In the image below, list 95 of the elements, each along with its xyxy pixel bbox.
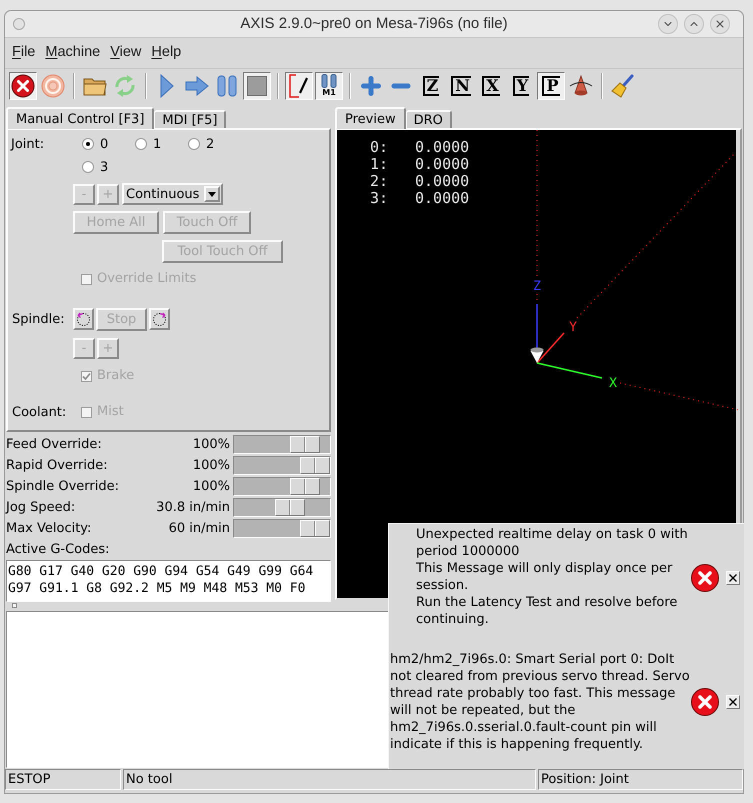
cone-icon [569, 74, 593, 98]
minimize-button[interactable] [658, 14, 678, 34]
slider-track[interactable] [233, 456, 331, 475]
dro-value: 0.0000 [415, 190, 470, 207]
message-text: Unexpected realtime delay on task 0 with period 1000000 This Message will only display once per session. Run the Latency Test and resolve before continuing. [416, 526, 688, 628]
menu-item[interactable]: File [8, 42, 40, 64]
slider-reading: 100% [192, 480, 230, 493]
close-icon [729, 698, 737, 706]
axis-label: Z [533, 279, 541, 294]
axis-label: X [609, 376, 617, 391]
rings-icon [41, 74, 65, 98]
rotate-ccw-icon [76, 312, 91, 326]
view-button[interactable]: P [537, 72, 565, 100]
coolant-label: Coolant: [11, 406, 68, 418]
bars-icon [321, 74, 337, 88]
plus-icon [361, 76, 381, 96]
x-circle-icon [11, 74, 35, 98]
stop-button[interactable] [243, 72, 271, 100]
slider-label: Spindle Override: [6, 480, 119, 493]
error-icon [691, 564, 719, 592]
folder-icon [83, 76, 107, 96]
dro-axis-label: 1: [370, 156, 390, 173]
slider-reading: 100% [192, 438, 230, 451]
spindle-label: Spindle: [11, 312, 66, 326]
jog-increment-dropdown[interactable]: Continuous [122, 183, 223, 205]
play-icon [160, 74, 174, 98]
maximize-button[interactable] [684, 14, 704, 34]
minus-icon [391, 82, 411, 88]
slider-track[interactable] [233, 435, 331, 454]
dro-axis-label: 2: [370, 173, 390, 190]
dro-axis-label: 3: [370, 190, 390, 207]
axis-label: Y [569, 320, 577, 335]
tab[interactable]: Manual Control [F3] [6, 107, 154, 129]
slider-reading: 30.8 in/min [156, 501, 230, 514]
status-field: Position: Joint [538, 769, 743, 790]
estop-button[interactable] [9, 72, 37, 100]
joint-radio[interactable]: 3 [82, 160, 135, 174]
menu-item[interactable]: Machine [41, 42, 104, 64]
view-button[interactable]: Y [507, 72, 535, 100]
reload-icon [113, 74, 137, 98]
close-icon [729, 574, 737, 582]
brush-icon [611, 74, 635, 98]
slider-label: Max Velocity: [6, 522, 92, 535]
joint-radio[interactable]: 1 [135, 138, 188, 150]
slider-thumb[interactable] [290, 436, 320, 453]
status-field: No tool [123, 769, 536, 790]
tab[interactable]: Preview [335, 107, 406, 129]
radio-icon[interactable] [82, 138, 94, 150]
resize-grip[interactable] [12, 603, 17, 608]
rotate-cw-icon [152, 312, 167, 326]
pause-icon [217, 74, 237, 96]
error-icon [691, 688, 719, 716]
slider-thumb[interactable] [300, 520, 330, 537]
slider-track[interactable] [233, 519, 331, 538]
slider-label: Rapid Override: [6, 459, 108, 472]
slider-label: Feed Override: [6, 438, 102, 451]
window-title: AXIS 2.9.0~pre0 on Mesa-7i96s (no file) [240, 14, 508, 34]
tool-cone [530, 348, 544, 363]
menu-item[interactable]: Help [147, 42, 186, 64]
active-gcodes-label: Active G-Codes: [6, 543, 110, 556]
bracket-slash-icon [288, 74, 310, 98]
radio-icon[interactable] [82, 161, 94, 173]
arrow-right-icon [185, 76, 209, 96]
menu-item[interactable]: View [106, 42, 146, 64]
close-icon [714, 18, 726, 30]
dro-value: 0.0000 [415, 173, 470, 190]
optional-stop-button[interactable]: M1 [315, 72, 343, 100]
slider-label: Jog Speed: [6, 501, 76, 514]
slider-track[interactable] [233, 498, 331, 517]
dro-axis-label: 0: [370, 139, 390, 156]
view-button[interactable]: Z [417, 72, 445, 100]
slider-thumb[interactable] [300, 457, 330, 474]
radio-icon[interactable] [188, 138, 200, 150]
tab[interactable]: MDI [F5] [154, 110, 226, 128]
stop-icon [247, 76, 267, 96]
block-delete-button[interactable] [285, 72, 313, 100]
joint-radio[interactable]: 2 [188, 138, 241, 150]
joint-radio[interactable]: 0 [82, 138, 135, 150]
slider-thumb[interactable] [290, 478, 320, 495]
tab[interactable]: DRO [406, 110, 452, 128]
spindle-ccw-button[interactable] [73, 308, 94, 330]
status-field: ESTOP [5, 769, 121, 790]
slider-thumb[interactable] [274, 499, 305, 516]
active-gcodes-field: G80 G17 G40 G20 G90 G94 G54 G49 G99 G64 G97 G91.1 G8 G92.2 M5 M9 M48 M53 M0 F0 [6, 560, 331, 602]
slider-reading: 60 in/min [168, 522, 230, 535]
slider-track[interactable] [233, 477, 331, 496]
slider-reading: 100% [192, 459, 230, 472]
message-text: hm2/hm2_7i96s.0: Smart Serial port 0: DoIt not cleared from previous servo thread. Servo thread rate probably too fast. This message will not be repeated, but the hm2_7i96s.0.sserial.0.fault-count pin will indicate if this is happening frequently. [390, 650, 690, 752]
view-button[interactable]: X [477, 72, 505, 100]
caret-icon[interactable] [204, 186, 220, 202]
spindle-cw-button[interactable] [149, 308, 170, 330]
dro-value: 0.0000 [415, 139, 470, 156]
joint-label: Joint: [9, 138, 46, 150]
radio-icon[interactable] [135, 138, 147, 150]
dro-value: 0.0000 [415, 156, 470, 173]
